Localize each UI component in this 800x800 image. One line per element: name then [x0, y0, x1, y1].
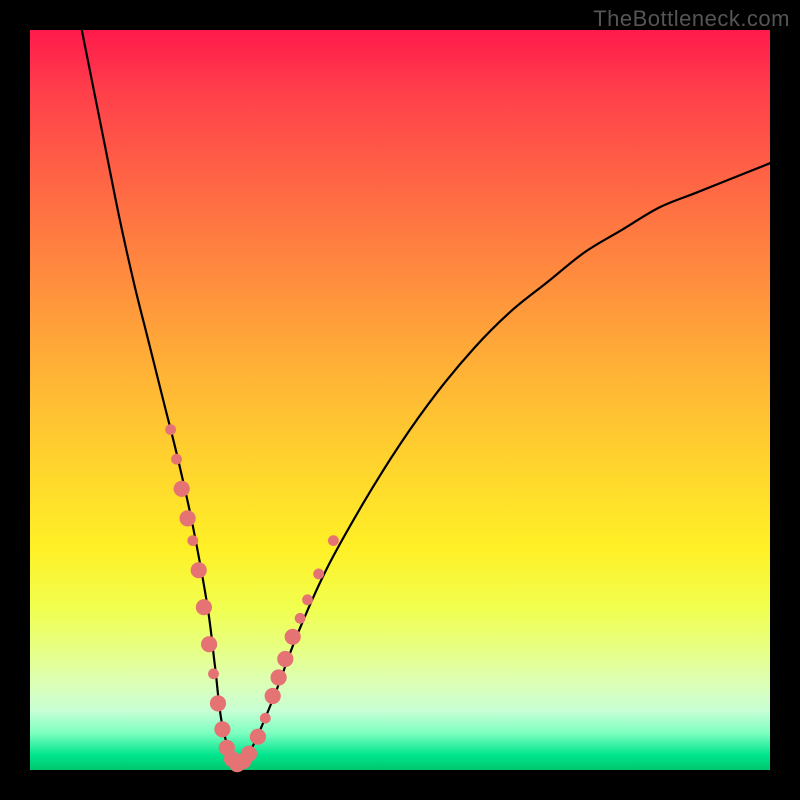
rate-point — [191, 562, 207, 578]
rate-point — [187, 535, 198, 546]
rate-point — [208, 668, 219, 679]
rate-point — [196, 599, 212, 615]
rate-point — [295, 613, 306, 624]
rate-point — [241, 746, 257, 762]
rate-point — [165, 424, 176, 435]
rate-point — [328, 535, 339, 546]
rate-point — [313, 569, 324, 580]
rate-point — [265, 688, 281, 704]
rate-point — [260, 713, 271, 724]
rate-point — [201, 636, 217, 652]
rate-point — [302, 594, 313, 605]
rate-point — [171, 454, 182, 465]
chart-frame: TheBottleneck.com — [0, 0, 800, 800]
rate-point — [214, 721, 230, 737]
rate-point — [277, 651, 293, 667]
rate-point — [174, 481, 190, 497]
rate-point — [180, 510, 196, 526]
bottleneck-curve — [82, 30, 770, 771]
plot-area — [30, 30, 770, 770]
rate-point — [210, 695, 226, 711]
curve-layer — [30, 30, 770, 770]
rate-point — [271, 669, 287, 685]
rate-point — [250, 729, 266, 745]
watermark-text: TheBottleneck.com — [593, 6, 790, 32]
rate-point — [285, 629, 301, 645]
